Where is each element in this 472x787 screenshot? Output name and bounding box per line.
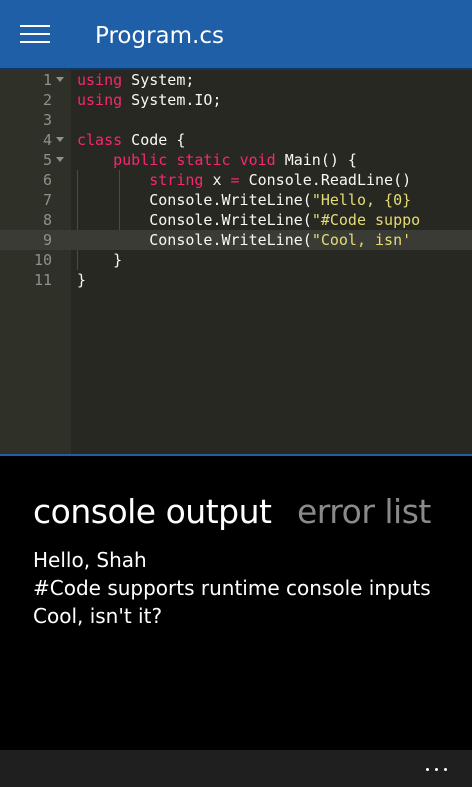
hamburger-menu-icon[interactable] bbox=[20, 25, 50, 45]
code-line[interactable]: 5 public static void Main() { bbox=[0, 150, 472, 170]
code-line[interactable]: 2 using System.IO; bbox=[0, 90, 472, 110]
line-number: 4 bbox=[42, 131, 52, 149]
line-number: 11 bbox=[33, 271, 52, 289]
tab-console-output[interactable]: console output bbox=[33, 492, 272, 532]
tab-error-list[interactable]: error list bbox=[297, 492, 431, 532]
line-number: 2 bbox=[42, 91, 52, 109]
code-line[interactable]: 7 Console.WriteLine("Hello, {0} bbox=[0, 190, 472, 210]
ellipsis-icon[interactable] bbox=[424, 754, 450, 774]
code-line[interactable]: 11} bbox=[0, 270, 472, 290]
code-text: class Code { bbox=[77, 131, 186, 149]
fold-arrow-icon[interactable] bbox=[56, 157, 64, 162]
code-text: public static void Main() { bbox=[113, 151, 357, 169]
app-bar bbox=[0, 750, 472, 787]
line-number: 3 bbox=[42, 111, 52, 129]
code-text: } bbox=[77, 271, 87, 289]
code-line[interactable]: 3 bbox=[0, 110, 472, 130]
line-number: 8 bbox=[42, 211, 52, 229]
line-number: 6 bbox=[42, 171, 52, 189]
code-line[interactable]: 4 class Code { bbox=[0, 130, 472, 150]
console-output-line: Cool, isn't it? bbox=[33, 604, 163, 628]
code-line[interactable]: 1 using System; bbox=[0, 70, 472, 90]
line-number: 10 bbox=[33, 251, 52, 269]
code-editor[interactable]: 1 using System; 2 using System.IO; 3 4 class C… bbox=[0, 70, 472, 454]
app-window: Program.cs 1 using System; 2 using System.I… bbox=[0, 0, 472, 787]
output-panel: console output error list Hello, Shah #C… bbox=[0, 454, 472, 750]
code-text: using System.IO; bbox=[77, 91, 222, 109]
line-number: 9 bbox=[42, 231, 52, 249]
code-text: Console.WriteLine("#Code suppo bbox=[77, 211, 421, 229]
code-text: Console.WriteLine("Cool, isn' bbox=[77, 231, 412, 249]
code-line[interactable]: 8 Console.WriteLine("#Code suppo bbox=[0, 210, 472, 230]
fold-arrow-icon[interactable] bbox=[56, 77, 64, 82]
code-text: string x = Console.ReadLine() bbox=[149, 171, 412, 189]
line-number: 7 bbox=[42, 191, 52, 209]
console-output-line: #Code supports runtime console inputs bbox=[33, 576, 431, 600]
console-output-line: Hello, Shah bbox=[33, 548, 147, 572]
code-text: } bbox=[77, 251, 123, 269]
code-text: Console.WriteLine("Hello, {0} bbox=[77, 191, 412, 209]
code-line[interactable]: 6 string x = Console.ReadLine() bbox=[0, 170, 472, 190]
title-bar: Program.cs bbox=[0, 0, 472, 70]
code-line[interactable]: 10 } bbox=[0, 250, 472, 270]
page-title: Program.cs bbox=[95, 23, 224, 49]
fold-arrow-icon[interactable] bbox=[56, 137, 64, 142]
code-text: using System; bbox=[77, 71, 195, 89]
line-number: 5 bbox=[42, 151, 52, 169]
line-number: 1 bbox=[42, 71, 52, 89]
code-line[interactable]: 9 Console.WriteLine("Cool, isn' bbox=[0, 230, 472, 250]
